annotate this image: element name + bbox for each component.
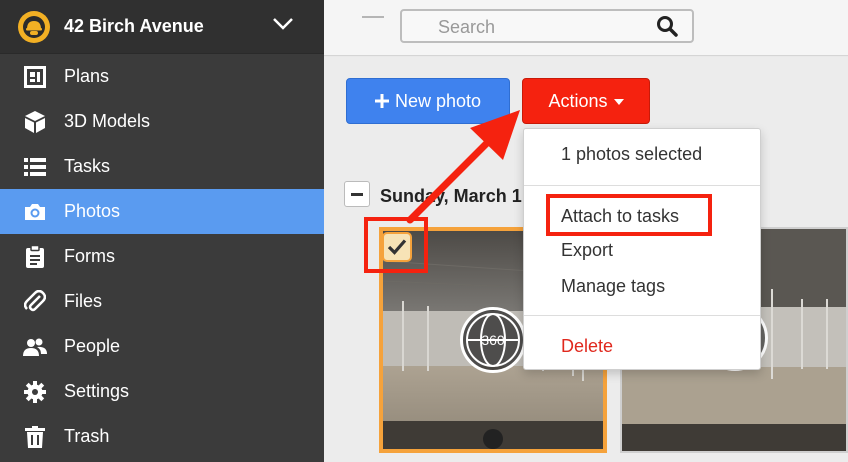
sidebar-item-label: 3D Models [64, 111, 151, 131]
project-name: 42 Birch Avenue [64, 16, 204, 36]
plans-icon [22, 64, 48, 90]
sidebar-item-label: Tasks [64, 156, 111, 176]
search-icon[interactable] [656, 15, 678, 42]
sidebar-item-files[interactable]: Files [0, 279, 324, 324]
search-input[interactable] [438, 17, 648, 38]
actions-label: Actions [548, 90, 608, 111]
search-box[interactable] [400, 9, 694, 43]
minus-icon [351, 192, 363, 196]
date-heading: Sunday, March 1 [380, 186, 522, 206]
collapse-group-button[interactable] [344, 181, 370, 207]
gear-icon [22, 379, 48, 405]
sidebar-item-plans[interactable]: Plans [0, 54, 324, 99]
sidebar-item-label: Photos [64, 201, 121, 221]
sidebar-item-trash[interactable]: Trash [0, 414, 324, 459]
highlight-box-attach [546, 194, 712, 236]
highlight-box-checkbox [364, 217, 428, 273]
sidebar-item-label: Trash [64, 426, 110, 446]
sidebar: 42 Birch Avenue Plans 3D Models Tasks Ph… [0, 0, 324, 462]
top-bar [324, 0, 848, 56]
menu-item-export[interactable]: Export [561, 240, 613, 261]
menu-item-delete[interactable]: Delete [561, 336, 613, 357]
project-switcher[interactable]: 42 Birch Avenue [0, 0, 324, 54]
sidebar-item-3d-models[interactable]: 3D Models [0, 99, 324, 144]
sidebar-item-forms[interactable]: Forms [0, 234, 324, 279]
hardhat-logo-icon [18, 10, 50, 43]
camera-icon [22, 199, 48, 225]
360-badge-icon: 360 [460, 307, 526, 373]
new-photo-button[interactable]: New photo [346, 78, 510, 124]
sidebar-item-photos[interactable]: Photos [0, 189, 324, 234]
actions-dropdown-menu: 1 photos selected Attach to tasks Export… [523, 128, 761, 370]
new-photo-label: New photo [394, 90, 482, 111]
hamburger-menu-icon[interactable] [362, 16, 384, 30]
clipboard-icon [22, 244, 48, 270]
actions-button[interactable]: Actions [522, 78, 650, 124]
sidebar-item-label: Files [64, 291, 103, 311]
list-icon [22, 154, 48, 180]
plus-icon [374, 94, 389, 108]
selected-count-text: 1 photos selected [561, 144, 703, 164]
sidebar-item-settings[interactable]: Settings [0, 369, 324, 414]
sidebar-item-people[interactable]: People [0, 324, 324, 369]
trash-icon [22, 424, 48, 450]
sidebar-item-label: People [64, 336, 121, 356]
sidebar-item-label: Plans [64, 66, 110, 86]
menu-item-manage-tags[interactable]: Manage tags [561, 276, 665, 297]
chevron-down-icon[interactable] [272, 17, 294, 36]
paperclip-icon [22, 289, 48, 315]
sidebar-item-label: Settings [64, 381, 130, 401]
menu-divider [524, 185, 760, 186]
people-icon [22, 334, 48, 360]
caret-down-icon [613, 99, 624, 105]
sidebar-item-label: Forms [64, 246, 115, 266]
menu-divider [524, 315, 760, 316]
sidebar-item-tasks[interactable]: Tasks [0, 144, 324, 189]
cube-icon [22, 109, 48, 135]
360-badge-text: 360 [481, 332, 505, 348]
